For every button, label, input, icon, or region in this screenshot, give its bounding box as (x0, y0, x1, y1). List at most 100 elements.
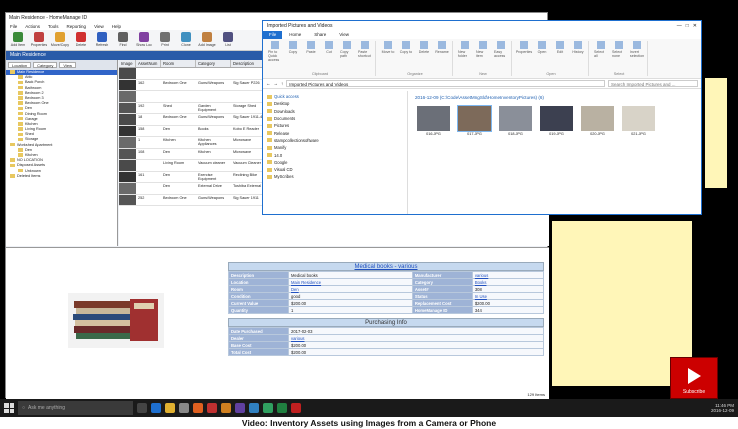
ribbon-button[interactable]: New folder (458, 41, 472, 58)
ribbon-button[interactable]: Pin to Quick access (268, 41, 282, 62)
ribbon-button[interactable]: Select all (594, 41, 608, 58)
file-tile[interactable]: 018.JPG (497, 106, 534, 136)
nav-item[interactable]: Documents (267, 115, 403, 122)
app-icon[interactable] (249, 403, 259, 413)
forward-arrow-icon[interactable]: → (274, 81, 279, 86)
taskbar-search[interactable]: ○ Ask me anything (18, 401, 133, 415)
close-button[interactable]: ✕ (693, 23, 697, 29)
ribbon-button[interactable]: Cut (322, 41, 336, 62)
homemanage-icon[interactable] (221, 403, 231, 413)
print-button[interactable]: Print (155, 31, 175, 49)
header-room[interactable]: Room (161, 60, 196, 67)
app-icon[interactable] (207, 403, 217, 413)
find-button[interactable]: Find (113, 31, 133, 49)
list-button[interactable]: List (218, 31, 238, 49)
search-input[interactable]: Search Imported Pictures and ... (608, 80, 698, 87)
ribbon-button[interactable]: Copy path (340, 41, 354, 62)
app-icon[interactable] (263, 403, 273, 413)
ribbon-button[interactable]: Select none (612, 41, 626, 58)
nav-item[interactable]: Pictures (267, 122, 403, 129)
address-bar[interactable]: Imported Pictures and Videos (286, 80, 605, 87)
show-loc-button[interactable]: Show Loc (134, 31, 154, 49)
header-category[interactable]: Category (196, 60, 231, 67)
nav-item[interactable]: Manify (267, 144, 403, 151)
ribbon-button[interactable]: Paste (304, 41, 318, 62)
nav-item[interactable]: 14.0 (267, 151, 403, 158)
delete-button[interactable]: Delete (71, 31, 91, 49)
tab-file[interactable]: File (263, 31, 283, 39)
task-view-icon[interactable] (137, 403, 147, 413)
nav-item[interactable]: Release (267, 129, 403, 136)
edge-icon[interactable] (151, 403, 161, 413)
menu-help[interactable]: Help (112, 24, 121, 29)
tree-item[interactable]: Deleted Items (6, 174, 117, 179)
clone-button[interactable]: Clone (176, 31, 196, 49)
system-tray[interactable]: 11:46 PM 2016-12-09 (711, 403, 734, 413)
nav-item[interactable]: Google (267, 159, 403, 166)
add-item-button[interactable]: Add Item (8, 31, 28, 49)
ribbon-button[interactable]: Invert selection (630, 41, 644, 58)
detail-text[interactable]: Books (475, 280, 487, 285)
file-tile[interactable]: 021.JPG (620, 106, 657, 136)
visual-studio-icon[interactable] (235, 403, 245, 413)
tab-view[interactable]: View (59, 62, 76, 68)
firefox-icon[interactable] (193, 403, 203, 413)
nav-item[interactable]: Visual CD (267, 166, 403, 173)
folder-group-header[interactable]: 2016-12-09 (C:\Code\AssetMngSld\HomeInve… (415, 95, 697, 100)
tab-location[interactable]: Location (8, 62, 32, 68)
windows-start-icon[interactable] (4, 403, 14, 413)
nav-item[interactable]: stampcollectionsoftware (267, 137, 403, 144)
up-arrow-icon[interactable]: ↑ (281, 81, 283, 86)
ribbon-button[interactable]: History (571, 41, 585, 54)
file-tile[interactable]: 019.JPG (538, 106, 575, 136)
detail-text[interactable]: In Use (475, 294, 487, 299)
file-explorer-icon[interactable] (165, 403, 175, 413)
ribbon-group: Pin to Quick access Copy Paste Cut Copy path… (265, 41, 376, 76)
minimize-button[interactable]: — (677, 23, 682, 29)
refresh-button[interactable]: Refresh (92, 31, 112, 49)
nav-item[interactable]: Downloads (267, 108, 403, 115)
store-icon[interactable] (179, 403, 189, 413)
ribbon-button[interactable]: Easy access (494, 41, 508, 58)
ribbon-button[interactable]: Edit (553, 41, 567, 54)
nav-item[interactable]: MyScribes (267, 173, 403, 180)
file-tile[interactable]: 020.JPG (579, 106, 616, 136)
ribbon-button[interactable]: Open (535, 41, 549, 54)
ribbon-button[interactable]: Delete (417, 41, 431, 54)
subscribe-button[interactable]: Subscribe (670, 357, 718, 399)
menu-reporting[interactable]: Reporting (67, 24, 87, 29)
excel-icon[interactable] (277, 403, 287, 413)
menu-file[interactable]: File (10, 24, 17, 29)
tab-view[interactable]: View (333, 31, 355, 39)
ribbon-button[interactable]: Rename (435, 41, 449, 54)
ribbon-button[interactable]: Copy (286, 41, 300, 62)
tab-share[interactable]: Share (308, 31, 332, 39)
detail-title[interactable]: Medical books - various (228, 262, 544, 271)
header-image[interactable]: Image (119, 60, 136, 67)
menu-tools[interactable]: Tools (48, 24, 59, 29)
detail-text: Manufacturer (414, 272, 442, 278)
maximize-button[interactable]: □ (686, 23, 689, 29)
nav-item[interactable]: Desktop (267, 100, 403, 107)
detail-text[interactable]: various (475, 273, 489, 278)
move-copy-button[interactable]: Move/Copy (50, 31, 70, 49)
ribbon-button[interactable]: Move to (381, 41, 395, 54)
ribbon-button[interactable]: New item (476, 41, 490, 58)
add-image-button[interactable]: Add Image (197, 31, 217, 49)
ribbon-button[interactable]: Properties (516, 41, 532, 54)
menu-actions[interactable]: Actions (25, 24, 40, 29)
ribbon-button[interactable]: Paste shortcut (358, 41, 372, 62)
properties-button[interactable]: Properties (29, 31, 49, 49)
detail-text[interactable]: Den (291, 287, 299, 292)
file-tile[interactable]: 017.JPG (456, 105, 493, 136)
ribbon-button[interactable]: Copy to (399, 41, 413, 54)
detail-text[interactable]: Main Residence (291, 280, 321, 285)
back-arrow-icon[interactable]: ← (266, 81, 271, 86)
app-icon[interactable] (291, 403, 301, 413)
nav-item[interactable]: Quick access (267, 93, 403, 100)
tab-home[interactable]: Home (283, 31, 307, 39)
file-tile[interactable]: 016.JPG (415, 106, 452, 136)
menu-view[interactable]: View (94, 24, 104, 29)
tab-category[interactable]: Category (33, 62, 58, 68)
header-assetnum[interactable]: AssetNum (136, 60, 161, 67)
